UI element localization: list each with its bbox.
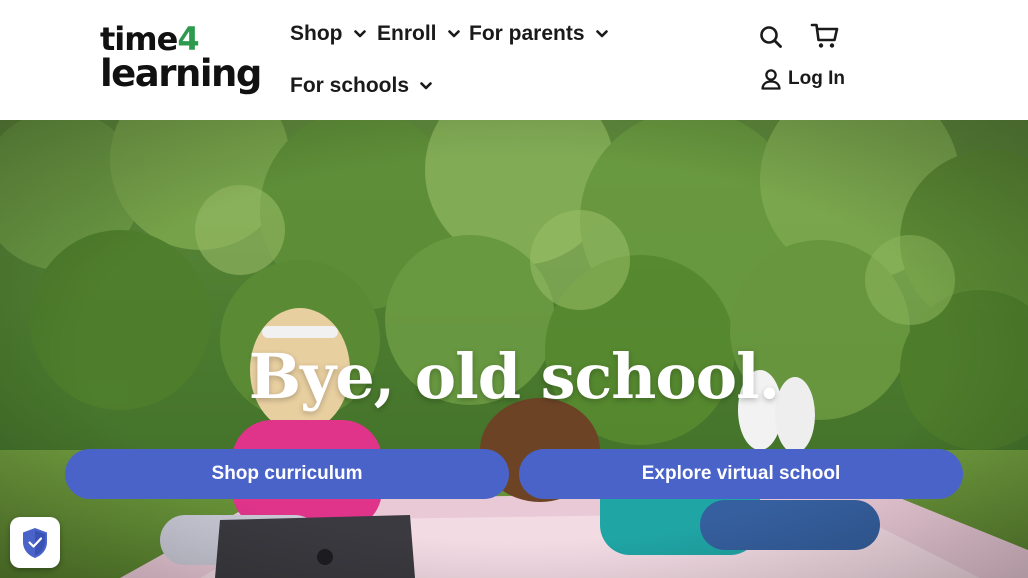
- shield-check-icon: [23, 527, 47, 558]
- nav-for-parents[interactable]: For parents: [469, 22, 608, 46]
- hero-title: Bye, old school.: [248, 340, 780, 413]
- explore-virtual-school-button[interactable]: Explore virtual school: [519, 449, 963, 499]
- user-icon: [761, 69, 781, 90]
- logo-word-learning: learning: [100, 52, 262, 95]
- nav-shop[interactable]: Shop: [290, 22, 366, 46]
- site-header: time4 learning Shop Enroll For parents F…: [0, 0, 1028, 120]
- chevron-down-icon: [447, 30, 460, 38]
- chevron-down-icon: [595, 30, 608, 38]
- privacy-settings-button[interactable]: [10, 517, 60, 568]
- login-label: Log In: [788, 68, 845, 89]
- nav-for-parents-label: For parents: [469, 22, 585, 45]
- login-link[interactable]: Log In: [760, 68, 845, 90]
- search-button[interactable]: [758, 24, 784, 50]
- logo-line-1: time4: [100, 22, 200, 56]
- nav-for-schools-label: For schools: [290, 74, 410, 97]
- nav-shop-label: Shop: [290, 22, 343, 45]
- cart-icon: [810, 23, 839, 48]
- search-icon: [760, 26, 782, 48]
- chevron-down-icon: [353, 30, 366, 38]
- hero-section: Bye, old school. Shop curriculum Explore…: [0, 120, 1028, 578]
- chevron-down-icon: [420, 82, 432, 90]
- nav-for-schools[interactable]: For schools: [290, 74, 432, 98]
- time4learning-logo[interactable]: time4 learning: [100, 22, 262, 96]
- cart-button[interactable]: [810, 22, 840, 50]
- nav-enroll[interactable]: Enroll: [377, 22, 460, 46]
- nav-enroll-label: Enroll: [377, 22, 437, 45]
- shop-curriculum-button[interactable]: Shop curriculum: [65, 449, 509, 499]
